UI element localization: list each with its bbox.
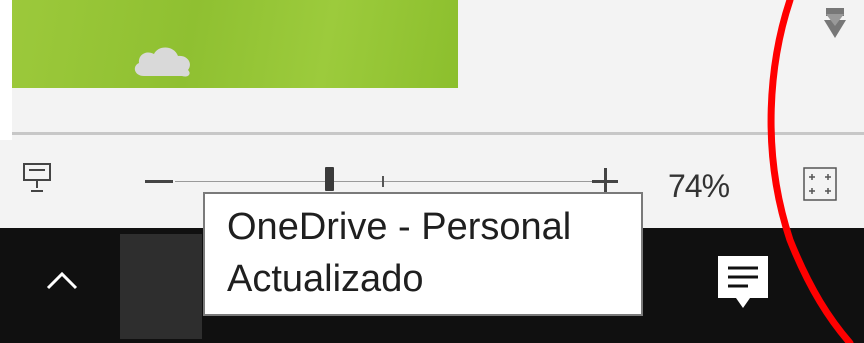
zoom-slider-center-tick <box>382 176 384 187</box>
canvas-divider <box>12 132 864 135</box>
tooltip-status: Actualizado <box>227 258 424 300</box>
zoom-in-button[interactable] <box>592 168 618 194</box>
cloud-icon <box>134 47 190 77</box>
slide-thumbnail[interactable] <box>12 0 458 88</box>
fit-to-window-icon[interactable] <box>802 166 838 202</box>
presenter-view-icon[interactable] <box>22 162 52 194</box>
onedrive-tray-button[interactable] <box>120 234 202 339</box>
zoom-slider-track[interactable] <box>175 181 595 182</box>
zoom-slider-thumb[interactable] <box>325 167 334 191</box>
tooltip-title: OneDrive - Personal <box>227 206 572 248</box>
onedrive-status-tooltip: OneDrive - Personal Actualizado <box>203 192 643 316</box>
zoom-out-button[interactable] <box>145 180 173 183</box>
left-margin <box>0 0 12 140</box>
zoom-level[interactable]: 74% <box>668 168 730 205</box>
action-center-icon[interactable] <box>712 250 774 320</box>
scroll-down-icon[interactable] <box>820 6 850 46</box>
chevron-up-icon[interactable] <box>44 266 80 294</box>
